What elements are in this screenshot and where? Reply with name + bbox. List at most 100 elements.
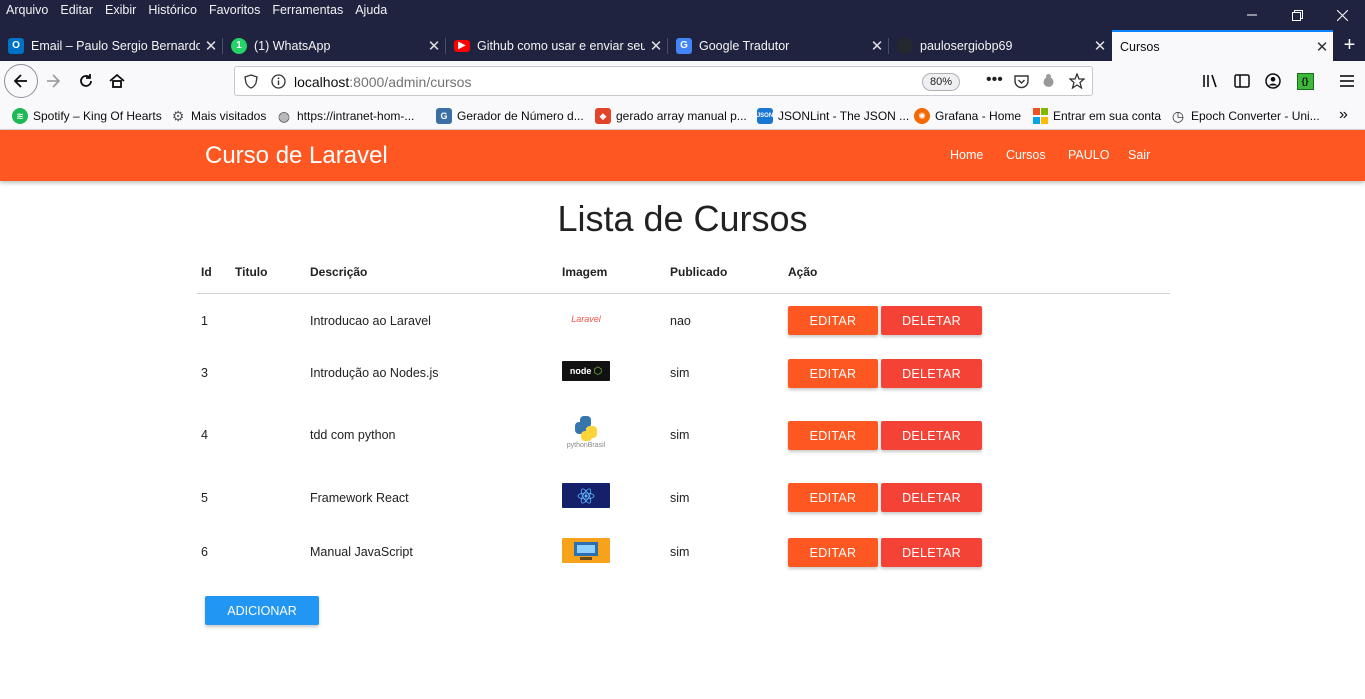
- url-bar[interactable]: localhost:8000/admin/cursos 80% •••: [234, 66, 1093, 96]
- menu-exibir[interactable]: Exibir: [105, 3, 136, 17]
- tab-close-icon[interactable]: ✕: [1089, 37, 1111, 55]
- bookmark-label: JSONLint - The JSON ...: [778, 109, 910, 123]
- chevron-double-right-icon: »: [1339, 106, 1348, 123]
- bookmark-grafana[interactable]: ✺ Grafana - Home: [914, 108, 1021, 124]
- minimize-button[interactable]: [1229, 0, 1275, 30]
- delete-button[interactable]: DELETAR: [881, 483, 982, 512]
- pocket-icon[interactable]: [1014, 74, 1029, 89]
- bookmark-gerador[interactable]: G Gerador de Número d...: [436, 108, 584, 124]
- tab-strip: O Email – Paulo Sergio Bernardo ✕ 1 (1) …: [0, 30, 1365, 61]
- cell-descricao: Introducao ao Laravel: [310, 314, 431, 328]
- account-button[interactable]: [1258, 66, 1288, 96]
- sidebar-button[interactable]: [1227, 66, 1257, 96]
- cell-descricao: Introdução ao Nodes.js: [310, 366, 439, 380]
- github-icon: [897, 37, 913, 54]
- edit-button[interactable]: EDITAR: [788, 538, 878, 567]
- tab-close-icon[interactable]: ✕: [1311, 38, 1333, 56]
- tab-whatsapp[interactable]: 1 (1) WhatsApp ✕: [223, 30, 445, 61]
- bookmarks-overflow-button[interactable]: »: [1339, 106, 1348, 124]
- bookmark-intranet[interactable]: ◍ https://intranet-hom-...: [276, 108, 415, 124]
- header-descricao: Descrição: [310, 265, 368, 279]
- google-translate-icon: G: [676, 37, 692, 54]
- url-path: :8000/admin/cursos: [349, 74, 472, 90]
- bookmark-jsonlint[interactable]: JSON JSONLint - The JSON ...: [757, 108, 909, 124]
- cell-publicado: sim: [670, 366, 690, 380]
- python-logo: pythonBrasil: [562, 414, 610, 452]
- zoom-indicator[interactable]: 80%: [922, 73, 961, 91]
- delete-button[interactable]: DELETAR: [881, 538, 982, 567]
- app-navbar: Curso de Laravel Home Cursos PAULO Sair: [0, 130, 1365, 181]
- menu-historico[interactable]: Histórico: [148, 3, 197, 17]
- bookmark-epoch[interactable]: ◷ Epoch Converter - Uni...: [1170, 108, 1320, 124]
- tab-close-icon[interactable]: ✕: [200, 37, 222, 55]
- bookmark-label: Spotify – King Of Hearts: [33, 109, 162, 123]
- bookmark-label: Mais visitados: [191, 109, 267, 123]
- delete-button[interactable]: DELETAR: [881, 359, 982, 388]
- add-course-button[interactable]: ADICIONAR: [205, 596, 319, 625]
- reload-button[interactable]: [71, 66, 101, 96]
- nav-cursos[interactable]: Cursos: [1006, 148, 1046, 162]
- json-extension-button[interactable]: {}: [1290, 66, 1320, 96]
- nav-home[interactable]: Home: [950, 148, 983, 162]
- cell-id: 5: [201, 491, 208, 505]
- menu-arquivo[interactable]: Arquivo: [6, 3, 48, 17]
- bookmark-gitlab[interactable]: ◆ gerado array manual p...: [595, 108, 747, 124]
- cell-publicado: nao: [670, 314, 691, 328]
- sidebar-icon: [1234, 74, 1250, 88]
- python-logo-text: pythonBrasil: [566, 442, 606, 449]
- tab-title: (1) WhatsApp: [254, 38, 331, 53]
- delete-button[interactable]: DELETAR: [881, 421, 982, 450]
- tab-cursos[interactable]: Cursos ✕: [1112, 30, 1333, 61]
- edit-button[interactable]: EDITAR: [788, 483, 878, 512]
- edit-button[interactable]: EDITAR: [788, 359, 878, 388]
- info-icon: [271, 74, 286, 89]
- home-icon: [109, 73, 125, 88]
- tab-youtube[interactable]: ▶ Github como usar e enviar seu ✕: [446, 30, 667, 61]
- account-icon: [1265, 73, 1281, 89]
- cell-id: 1: [201, 314, 208, 328]
- delete-button[interactable]: DELETAR: [881, 306, 982, 335]
- menu-ajuda[interactable]: Ajuda: [355, 3, 387, 17]
- close-window-button[interactable]: [1319, 0, 1365, 30]
- header-acao: Ação: [788, 265, 818, 279]
- home-button[interactable]: [102, 66, 132, 96]
- tab-close-icon[interactable]: ✕: [645, 37, 667, 55]
- menu-editar[interactable]: Editar: [60, 3, 93, 17]
- nav-sair[interactable]: Sair: [1128, 148, 1150, 162]
- youtube-icon: ▶: [454, 39, 470, 52]
- library-button[interactable]: [1195, 66, 1225, 96]
- tab-google-tradutor[interactable]: G Google Tradutor ✕: [668, 30, 888, 61]
- whatsapp-icon: 1: [231, 37, 247, 54]
- bookmark-microsoft[interactable]: Entrar em sua conta: [1032, 108, 1161, 124]
- tab-close-icon[interactable]: ✕: [866, 37, 888, 55]
- restore-button[interactable]: [1274, 0, 1320, 30]
- menu-favoritos[interactable]: Favoritos: [209, 3, 260, 17]
- tab-github[interactable]: paulosergiobp69 ✕: [889, 30, 1111, 61]
- hamburger-menu-button[interactable]: [1332, 66, 1362, 96]
- tab-close-icon[interactable]: ✕: [423, 37, 445, 55]
- bookmark-mais-visitados[interactable]: ⚙ Mais visitados: [170, 108, 267, 124]
- bookmark-label: Entrar em sua conta: [1053, 109, 1162, 123]
- browser-menubar: Arquivo Editar Exibir Histórico Favorito…: [0, 0, 1365, 30]
- new-tab-button[interactable]: +: [1334, 30, 1365, 61]
- table-header-divider: [197, 293, 1170, 294]
- navigation-toolbar: localhost:8000/admin/cursos 80% ••• {}: [0, 61, 1365, 101]
- json-extension-icon: {}: [1296, 72, 1314, 90]
- edit-button[interactable]: EDITAR: [788, 306, 878, 335]
- plus-icon: +: [1343, 34, 1356, 56]
- bug-extension-icon[interactable]: [1041, 73, 1056, 90]
- star-icon[interactable]: [1069, 73, 1085, 89]
- forward-button[interactable]: [38, 66, 68, 96]
- url-text: localhost:8000/admin/cursos: [294, 74, 471, 90]
- more-actions-icon[interactable]: •••: [986, 71, 1003, 89]
- header-id: Id: [201, 265, 212, 279]
- brand-logo[interactable]: Curso de Laravel: [205, 142, 388, 170]
- back-button[interactable]: [4, 64, 38, 98]
- tab-email[interactable]: O Email – Paulo Sergio Bernardo ✕: [0, 30, 222, 61]
- cell-publicado: sim: [670, 545, 690, 559]
- menu-ferramentas[interactable]: Ferramentas: [272, 3, 343, 17]
- edit-button[interactable]: EDITAR: [788, 421, 878, 450]
- bookmark-spotify[interactable]: ≋ Spotify – King Of Hearts: [12, 108, 162, 124]
- bookmark-label: gerado array manual p...: [616, 109, 747, 123]
- nav-user[interactable]: PAULO: [1068, 148, 1109, 162]
